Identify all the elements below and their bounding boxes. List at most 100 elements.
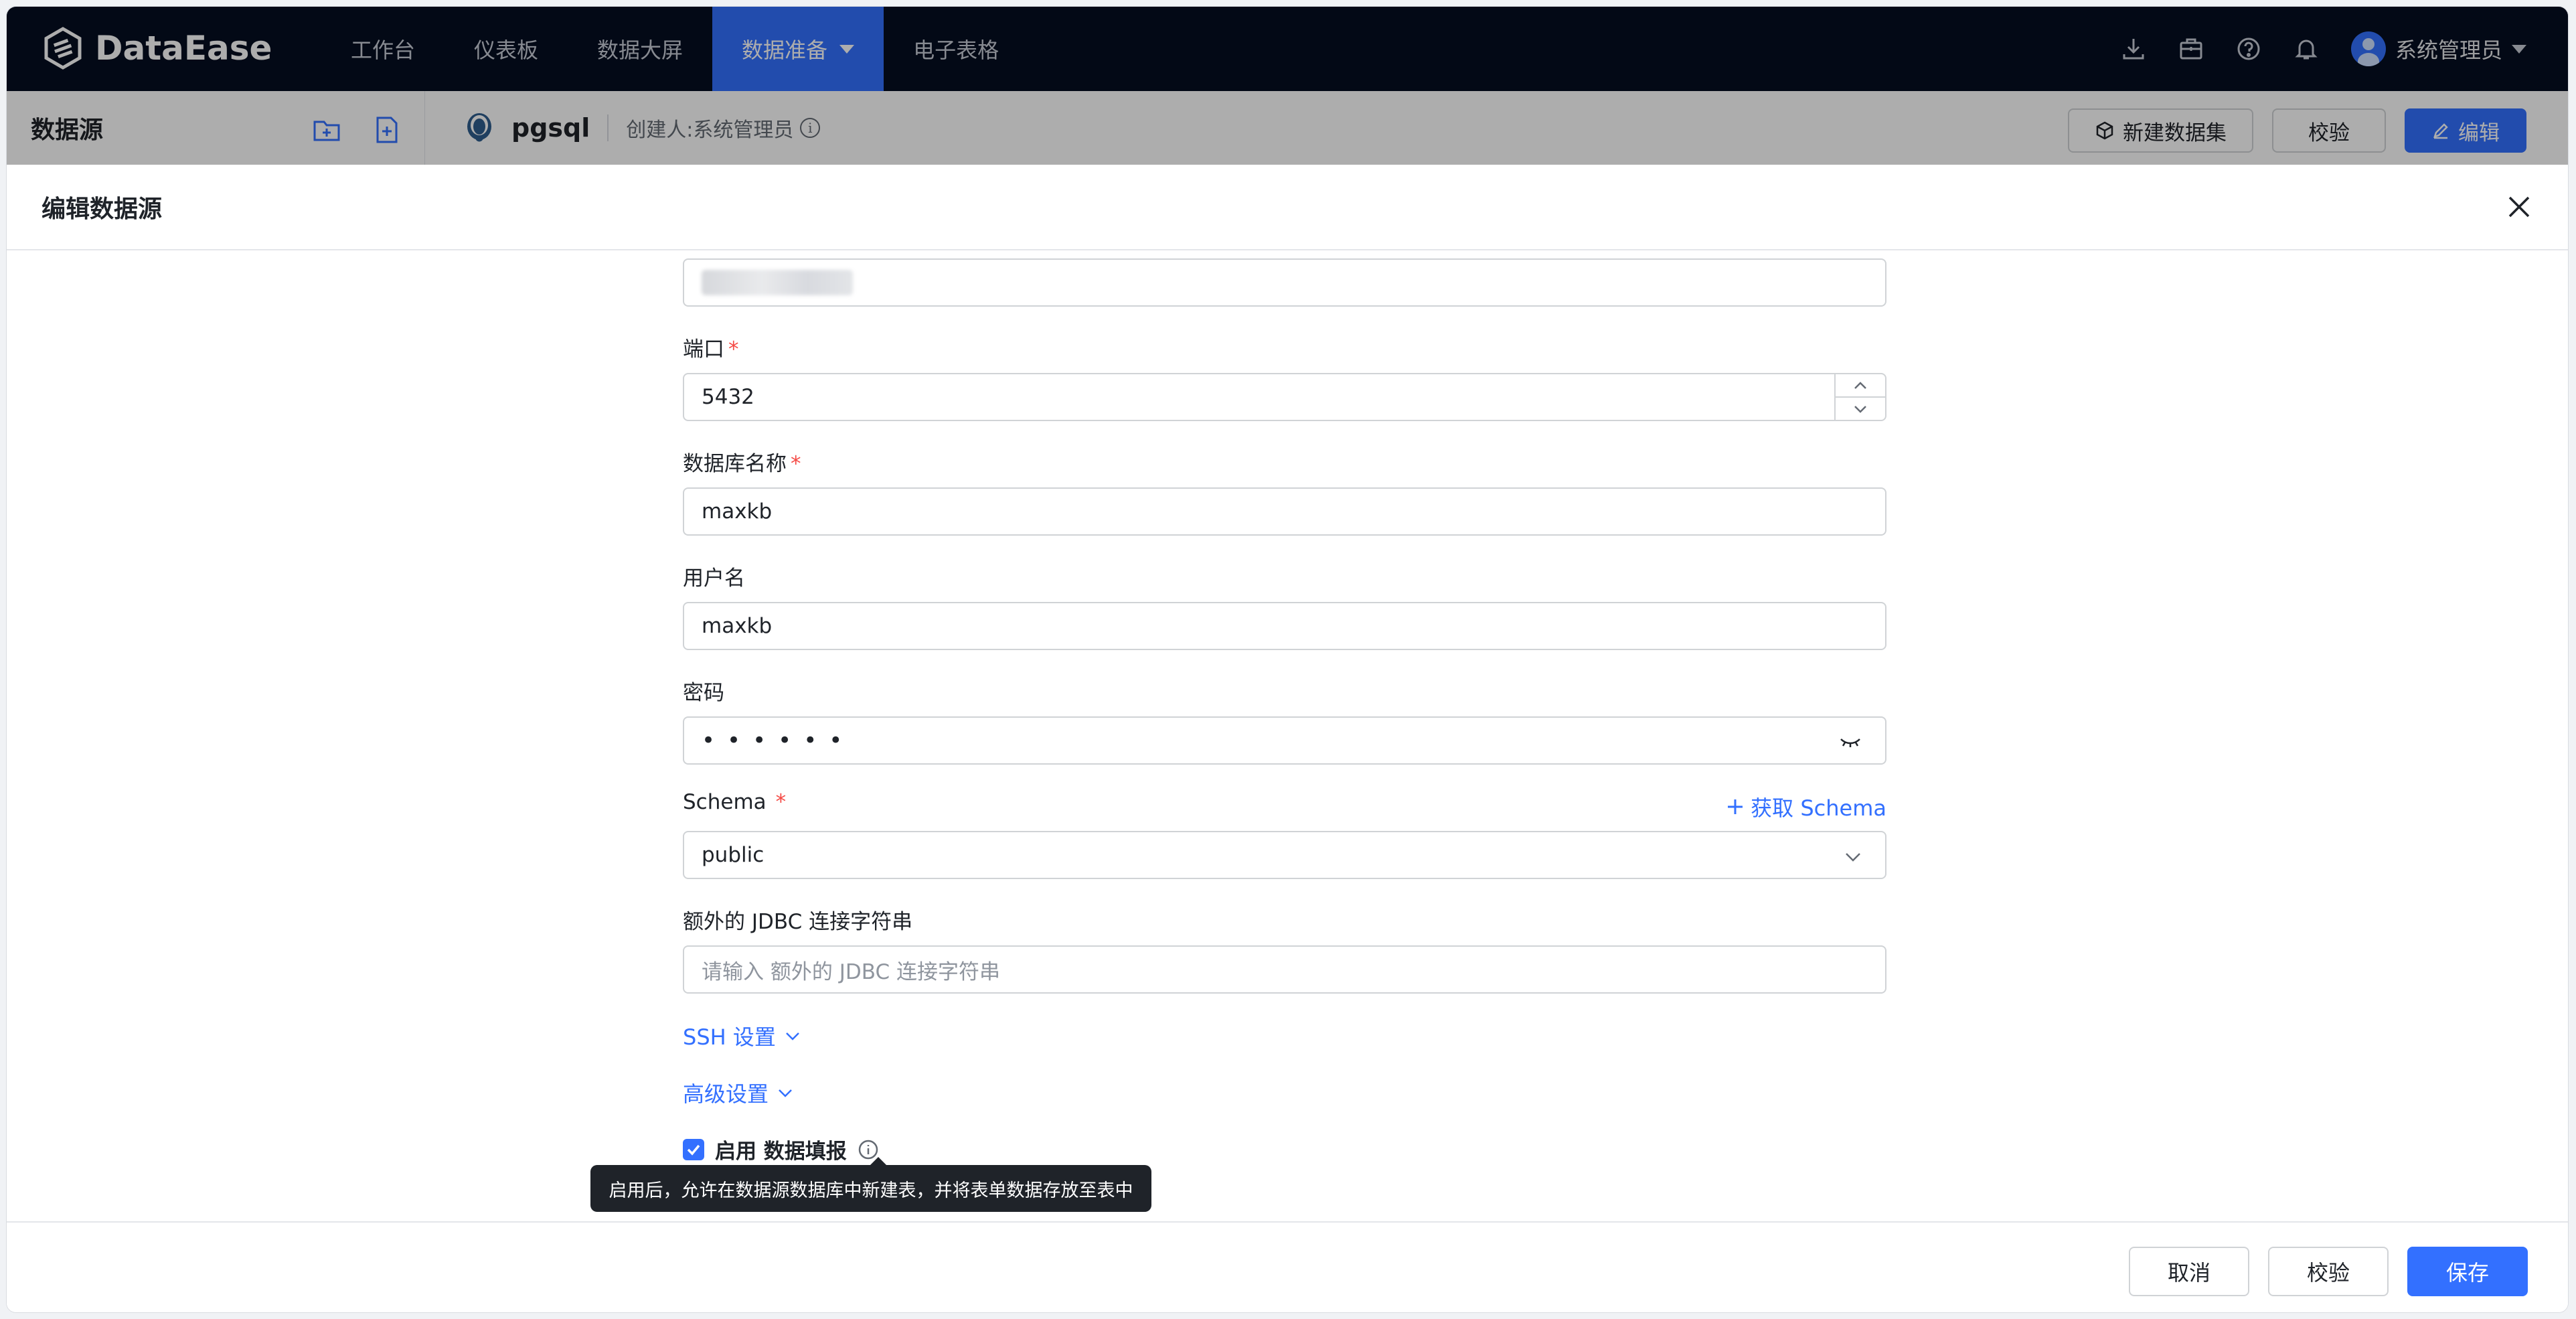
chevron-down-icon	[1854, 405, 1866, 413]
required-mark: *	[728, 337, 739, 362]
left-panel-header: 数据源	[7, 91, 425, 165]
required-mark: *	[775, 790, 787, 814]
port-stepper	[1834, 374, 1885, 420]
dbname-value: maxkb	[702, 499, 773, 524]
plus-icon	[1728, 799, 1743, 814]
port-value: 5432	[702, 385, 754, 409]
datasource-subheader: 数据源 pgsql 创建人:系统管理员 i 新建数据集 校验 编辑	[7, 91, 2568, 165]
schema-label: Schema *	[683, 790, 786, 814]
bell-icon[interactable]	[2291, 33, 2322, 64]
drawer-footer: 取消 校验 保存	[7, 1221, 2568, 1312]
header-buttons: 新建数据集 校验 编辑	[2049, 108, 2526, 153]
button-label: 编辑	[2458, 121, 2500, 145]
user-name: 系统管理员	[2395, 37, 2502, 63]
jdbc-placeholder: 请输入 额外的 JDBC 连接字符串	[702, 959, 1000, 984]
new-file-icon[interactable]	[372, 115, 402, 145]
jdbc-label: 额外的 JDBC 连接字符串	[683, 910, 913, 934]
checkmark-icon	[687, 1144, 700, 1156]
menu-item-spreadsheet[interactable]: 电子表格	[884, 7, 1028, 91]
decrement-button[interactable]	[1836, 396, 1885, 420]
left-panel-title: 数据源	[31, 117, 104, 144]
menu-item-label: 工作台	[351, 37, 416, 63]
edit-button[interactable]: 编辑	[2405, 108, 2526, 153]
datasource-header: pgsql 创建人:系统管理员 i	[462, 91, 821, 165]
label-text: Schema	[683, 790, 767, 814]
drawer-title: 编辑数据源	[42, 196, 163, 223]
brand-logo[interactable]: DataEase	[42, 27, 272, 70]
link-text: 高级设置	[683, 1081, 769, 1107]
cube-icon	[2096, 121, 2113, 140]
port-label: 端口 *	[683, 332, 739, 362]
dbname-input[interactable]: maxkb	[683, 487, 1886, 536]
password-mask: ••••••	[702, 727, 855, 754]
download-icon[interactable]	[2118, 33, 2149, 64]
menu-item-label: 电子表格	[913, 37, 999, 63]
enable-data-fill-checkbox[interactable]	[683, 1138, 704, 1160]
close-icon[interactable]	[2504, 191, 2534, 222]
navbar-actions: 系统管理员	[2091, 7, 2526, 91]
caret-down-icon	[839, 44, 855, 54]
datasource-name: pgsql	[511, 113, 590, 143]
chevron-down-icon	[1846, 853, 1860, 862]
jdbc-input[interactable]: 请输入 额外的 JDBC 连接字符串	[683, 945, 1886, 994]
menu-item-data-prep[interactable]: 数据准备	[712, 7, 884, 91]
get-schema-link[interactable]: 获取 Schema	[1725, 791, 1886, 822]
increment-button[interactable]	[1836, 374, 1885, 396]
cancel-button[interactable]: 取消	[2129, 1247, 2249, 1296]
password-input[interactable]: ••••••	[683, 716, 1886, 765]
menu-item-label: 数据大屏	[597, 37, 683, 63]
menu-item-dashboard[interactable]: 仪表板	[445, 7, 568, 91]
host-field[interactable]	[683, 258, 1886, 307]
new-dataset-button[interactable]: 新建数据集	[2068, 108, 2253, 153]
enable-data-fill-label[interactable]: 启用 数据填报	[715, 1134, 847, 1164]
port-input[interactable]: 5432	[683, 373, 1886, 421]
username-label: 用户名	[683, 566, 745, 591]
drawer-header: 编辑数据源	[7, 165, 2568, 250]
pencil-icon	[2433, 123, 2448, 139]
brand-name: DataEase	[95, 29, 272, 68]
avatar	[2350, 31, 2386, 66]
data-fill-tooltip: 启用后，允许在数据源数据库中新建表，并将表单数据存放至表中	[590, 1157, 1151, 1212]
password-label: 密码	[683, 681, 724, 705]
dbname-label: 数据库名称 *	[683, 447, 801, 477]
top-navbar: DataEase 工作台 仪表板 数据大屏 数据准备 电子表格 系统管理员	[7, 7, 2568, 91]
button-label: 保存	[2445, 1260, 2489, 1286]
schema-value: public	[702, 843, 764, 867]
user-menu[interactable]: 系统管理员	[2350, 31, 2526, 66]
chevron-down-icon	[779, 1089, 792, 1097]
new-folder-icon[interactable]	[312, 115, 341, 145]
menu-item-workbench[interactable]: 工作台	[321, 7, 445, 91]
eye-closed-icon[interactable]	[1838, 732, 1862, 751]
validate-header-button[interactable]: 校验	[2272, 108, 2386, 153]
ssh-settings-toggle[interactable]: SSH 设置	[683, 1020, 801, 1051]
link-text: 获取 Schema	[1751, 795, 1886, 821]
button-label: 取消	[2167, 1260, 2210, 1286]
edit-datasource-drawer: 编辑数据源 端口 * 5432 数据库名称 * maxkb 用户名 maxkb …	[7, 165, 2568, 1312]
button-label: 校验	[2306, 1260, 2350, 1286]
chevron-down-icon	[785, 1032, 799, 1040]
creator-text: 创建人:系统管理员	[626, 119, 794, 142]
tooltip-text: 启用后，允许在数据源数据库中新建表，并将表单数据存放至表中	[609, 1180, 1133, 1201]
help-icon[interactable]	[2233, 33, 2264, 64]
username-value: maxkb	[702, 614, 773, 638]
validate-button[interactable]: 校验	[2268, 1247, 2389, 1296]
label-text: 端口	[683, 337, 724, 362]
main-menu: 工作台 仪表板 数据大屏 数据准备 电子表格	[321, 7, 1028, 91]
advanced-settings-toggle[interactable]: 高级设置	[683, 1077, 794, 1108]
menu-item-label: 仪表板	[474, 37, 539, 63]
caret-down-icon	[2512, 44, 2526, 54]
button-label: 新建数据集	[2123, 121, 2227, 145]
dataease-logo-icon	[44, 27, 82, 70]
schema-select[interactable]: public	[683, 831, 1886, 879]
menu-item-label: 数据准备	[742, 37, 828, 63]
chevron-up-icon	[1854, 381, 1866, 389]
info-icon[interactable]: i	[800, 118, 821, 138]
label-text: 数据库名称	[683, 452, 787, 476]
save-button[interactable]: 保存	[2407, 1247, 2528, 1296]
menu-item-data-screen[interactable]: 数据大屏	[568, 7, 712, 91]
divider	[607, 114, 609, 141]
enable-data-fill-row: 启用 数据填报	[683, 1134, 879, 1164]
toolbox-icon[interactable]	[2176, 33, 2206, 64]
username-input[interactable]: maxkb	[683, 602, 1886, 650]
postgresql-icon	[467, 113, 491, 142]
